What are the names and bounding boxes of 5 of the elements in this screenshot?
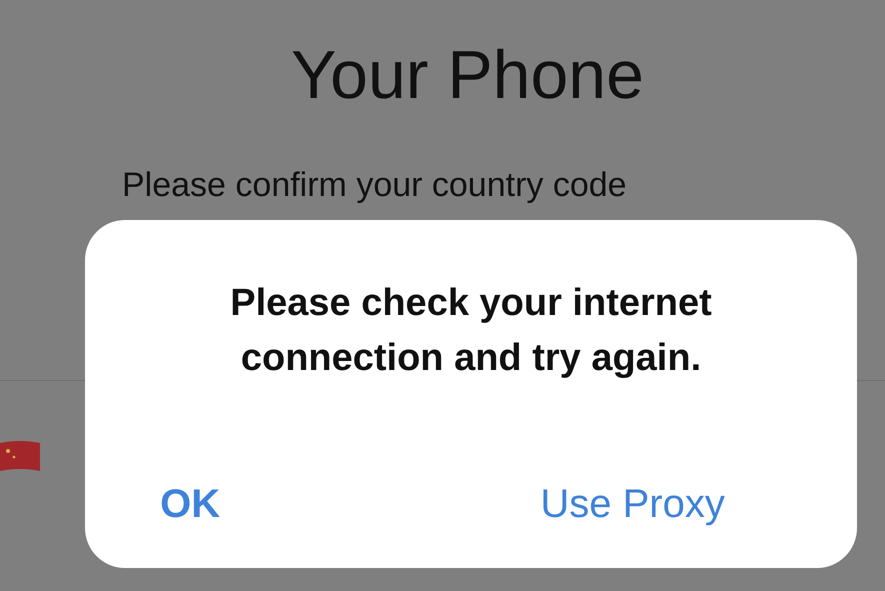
subtitle: Please confirm your country code (122, 164, 628, 206)
screen-title: Your Phone (290, 36, 645, 113)
ok-button[interactable]: OK (152, 478, 228, 530)
alert-message: Please check your internet connection and try again. (229, 281, 713, 382)
proxy-button[interactable]: Use Proxy (532, 478, 733, 530)
